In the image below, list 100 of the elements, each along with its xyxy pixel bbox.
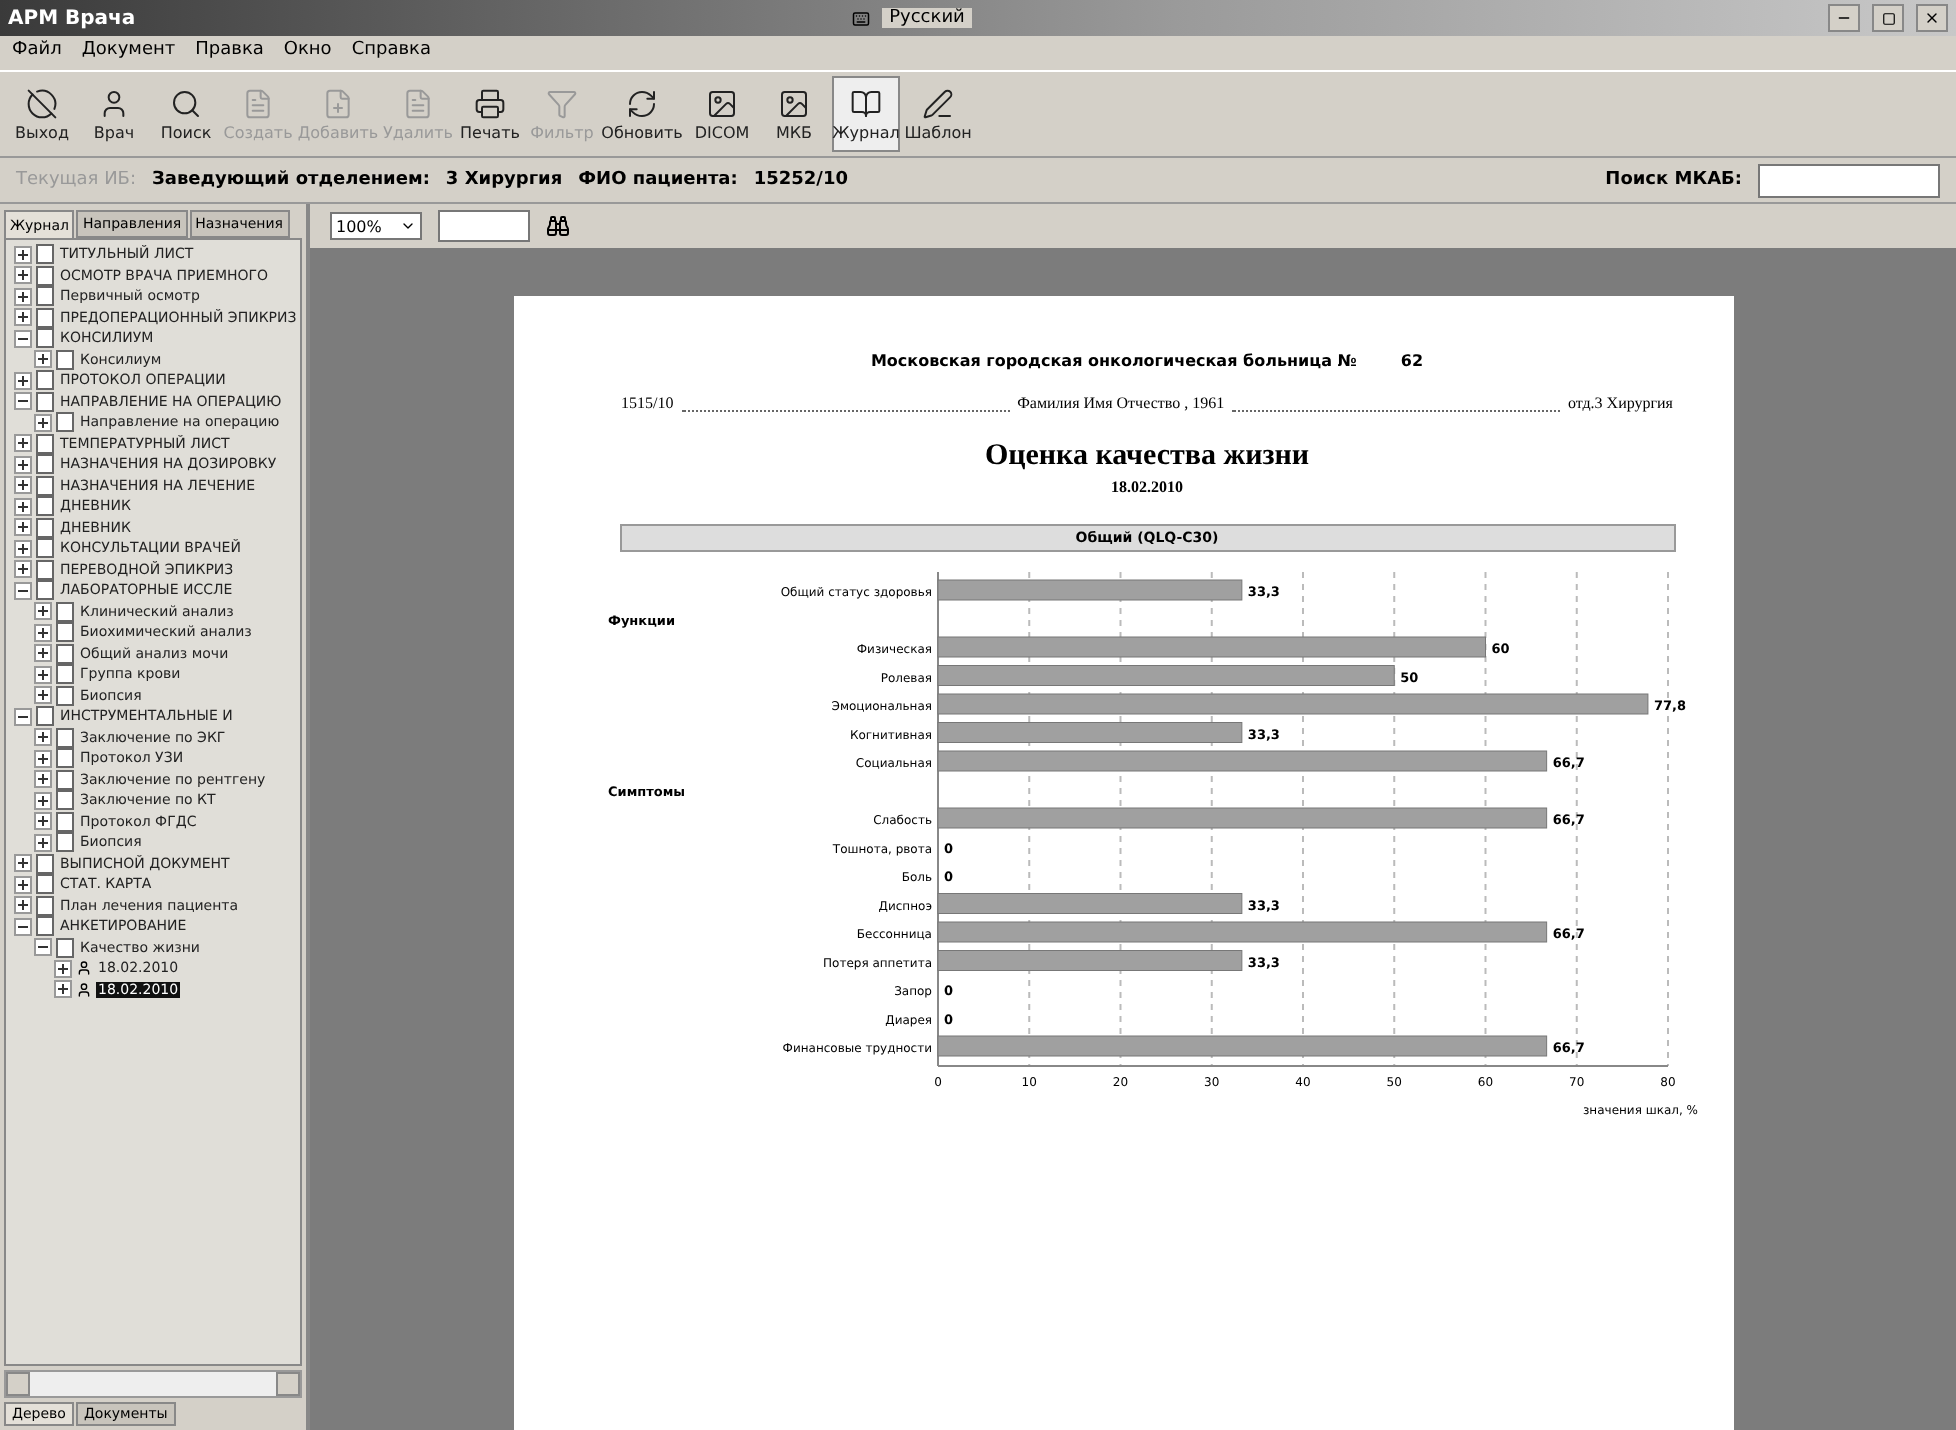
collapse-icon[interactable]	[14, 707, 32, 726]
expand-icon[interactable]	[34, 749, 52, 768]
expand-icon[interactable]	[14, 434, 32, 453]
expand-icon[interactable]	[14, 266, 32, 285]
document-icon	[56, 349, 74, 370]
search-field[interactable]	[1758, 163, 1940, 197]
filter-icon	[546, 87, 578, 119]
patient-value: 15252/10	[753, 170, 848, 190]
expand-icon[interactable]	[14, 245, 32, 264]
person-icon	[98, 87, 130, 119]
expand-icon[interactable]	[54, 959, 72, 978]
document-icon	[36, 916, 54, 937]
toolbar-button[interactable]: МКБ	[760, 76, 828, 152]
expand-icon[interactable]	[14, 854, 32, 873]
toolbar-button[interactable]: Журнал	[832, 76, 900, 152]
document-icon	[56, 727, 74, 748]
expand-icon[interactable]	[34, 728, 52, 747]
document-icon	[36, 853, 54, 874]
toolbar-button[interactable]: Печать	[456, 76, 524, 152]
zoom-select[interactable]: 100%	[330, 212, 422, 240]
hospital-number: 62	[1400, 352, 1424, 370]
toolbar-button[interactable]: Шаблон	[904, 76, 972, 152]
book-icon	[850, 87, 882, 119]
document-icon	[36, 244, 54, 265]
document-icon	[36, 370, 54, 391]
document-icon	[36, 286, 54, 307]
dropdown-icon	[400, 218, 416, 234]
department-text: отд.3 Хирургия	[1567, 394, 1673, 412]
expand-icon[interactable]	[14, 497, 32, 516]
document-icon	[36, 475, 54, 496]
expand-icon[interactable]	[14, 476, 32, 495]
document-icon	[56, 832, 74, 853]
person-icon	[76, 960, 92, 977]
expand-icon[interactable]	[34, 791, 52, 810]
collapse-icon[interactable]	[14, 329, 32, 348]
document-title: Оценка качества жизни	[984, 440, 1310, 474]
toolbar-button[interactable]: Врач	[80, 76, 148, 152]
patient-name: Фамилия Имя Отчество , 1961	[1017, 394, 1225, 412]
hospital-name: Московская городская онкологическая больница №	[870, 352, 1357, 370]
expand-icon[interactable]	[14, 875, 32, 894]
minimize-button[interactable]	[1828, 4, 1861, 32]
expand-icon[interactable]	[34, 812, 52, 831]
expand-icon[interactable]	[34, 665, 52, 684]
expand-icon[interactable]	[14, 518, 32, 537]
menu-item[interactable]: Правка	[195, 40, 264, 66]
toolbar-button[interactable]: Поиск	[152, 76, 220, 152]
expand-icon[interactable]	[14, 896, 32, 915]
menu-item[interactable]: Окно	[283, 40, 332, 66]
find-icon[interactable]	[546, 214, 570, 238]
language-indicator[interactable]: Русский	[881, 8, 973, 28]
menu-item[interactable]: Файл	[12, 40, 62, 66]
menu-item[interactable]: Справка	[351, 40, 431, 66]
scrollbar[interactable]	[4, 1370, 302, 1398]
expand-icon[interactable]	[14, 560, 32, 579]
close-button[interactable]	[1916, 4, 1949, 32]
collapse-icon[interactable]	[14, 581, 32, 600]
expand-icon[interactable]	[14, 308, 32, 327]
expand-icon[interactable]	[14, 371, 32, 390]
search-icon	[170, 87, 202, 119]
expand-icon[interactable]	[34, 602, 52, 621]
expand-icon[interactable]	[34, 413, 52, 432]
printer-icon	[474, 87, 506, 119]
expand-icon[interactable]	[14, 539, 32, 558]
collapse-icon[interactable]	[14, 392, 32, 411]
document-icon	[36, 496, 54, 517]
image-icon	[706, 87, 738, 119]
document-icon	[36, 706, 54, 727]
document-icon	[36, 454, 54, 475]
expand-icon[interactable]	[54, 980, 72, 999]
refresh-icon	[626, 87, 658, 119]
department-value: 3 Хирургия	[445, 170, 563, 190]
toolbar-button[interactable]: Обновить	[600, 76, 684, 152]
document-icon	[36, 265, 54, 286]
document-icon	[36, 874, 54, 895]
collapse-icon[interactable]	[34, 938, 52, 957]
expand-icon[interactable]	[14, 287, 32, 306]
expand-icon[interactable]	[34, 623, 52, 642]
add-document-icon	[322, 87, 354, 119]
document-icon	[36, 433, 54, 454]
exit-icon	[26, 87, 58, 119]
expand-icon[interactable]	[34, 350, 52, 369]
document-icon	[56, 811, 74, 832]
expand-icon[interactable]	[34, 770, 52, 789]
expand-icon[interactable]	[14, 455, 32, 474]
document-icon	[36, 538, 54, 559]
toolbar-button[interactable]: Выход	[8, 76, 76, 152]
expand-icon[interactable]	[34, 833, 52, 852]
page-field[interactable]	[438, 210, 530, 242]
expand-icon[interactable]	[34, 644, 52, 663]
search-label: Поиск МКАБ:	[1605, 170, 1742, 190]
expand-icon[interactable]	[34, 686, 52, 705]
maximize-button[interactable]	[1872, 4, 1905, 32]
document-icon	[56, 685, 74, 706]
toolbar-button[interactable]: DICOM	[688, 76, 756, 152]
collapse-icon[interactable]	[14, 917, 32, 936]
menu-item[interactable]: Документ	[81, 40, 176, 66]
document-icon	[242, 87, 274, 119]
image-icon	[778, 87, 810, 119]
department-label: Заведующий отделением:	[152, 170, 430, 190]
document-icon	[36, 307, 54, 328]
